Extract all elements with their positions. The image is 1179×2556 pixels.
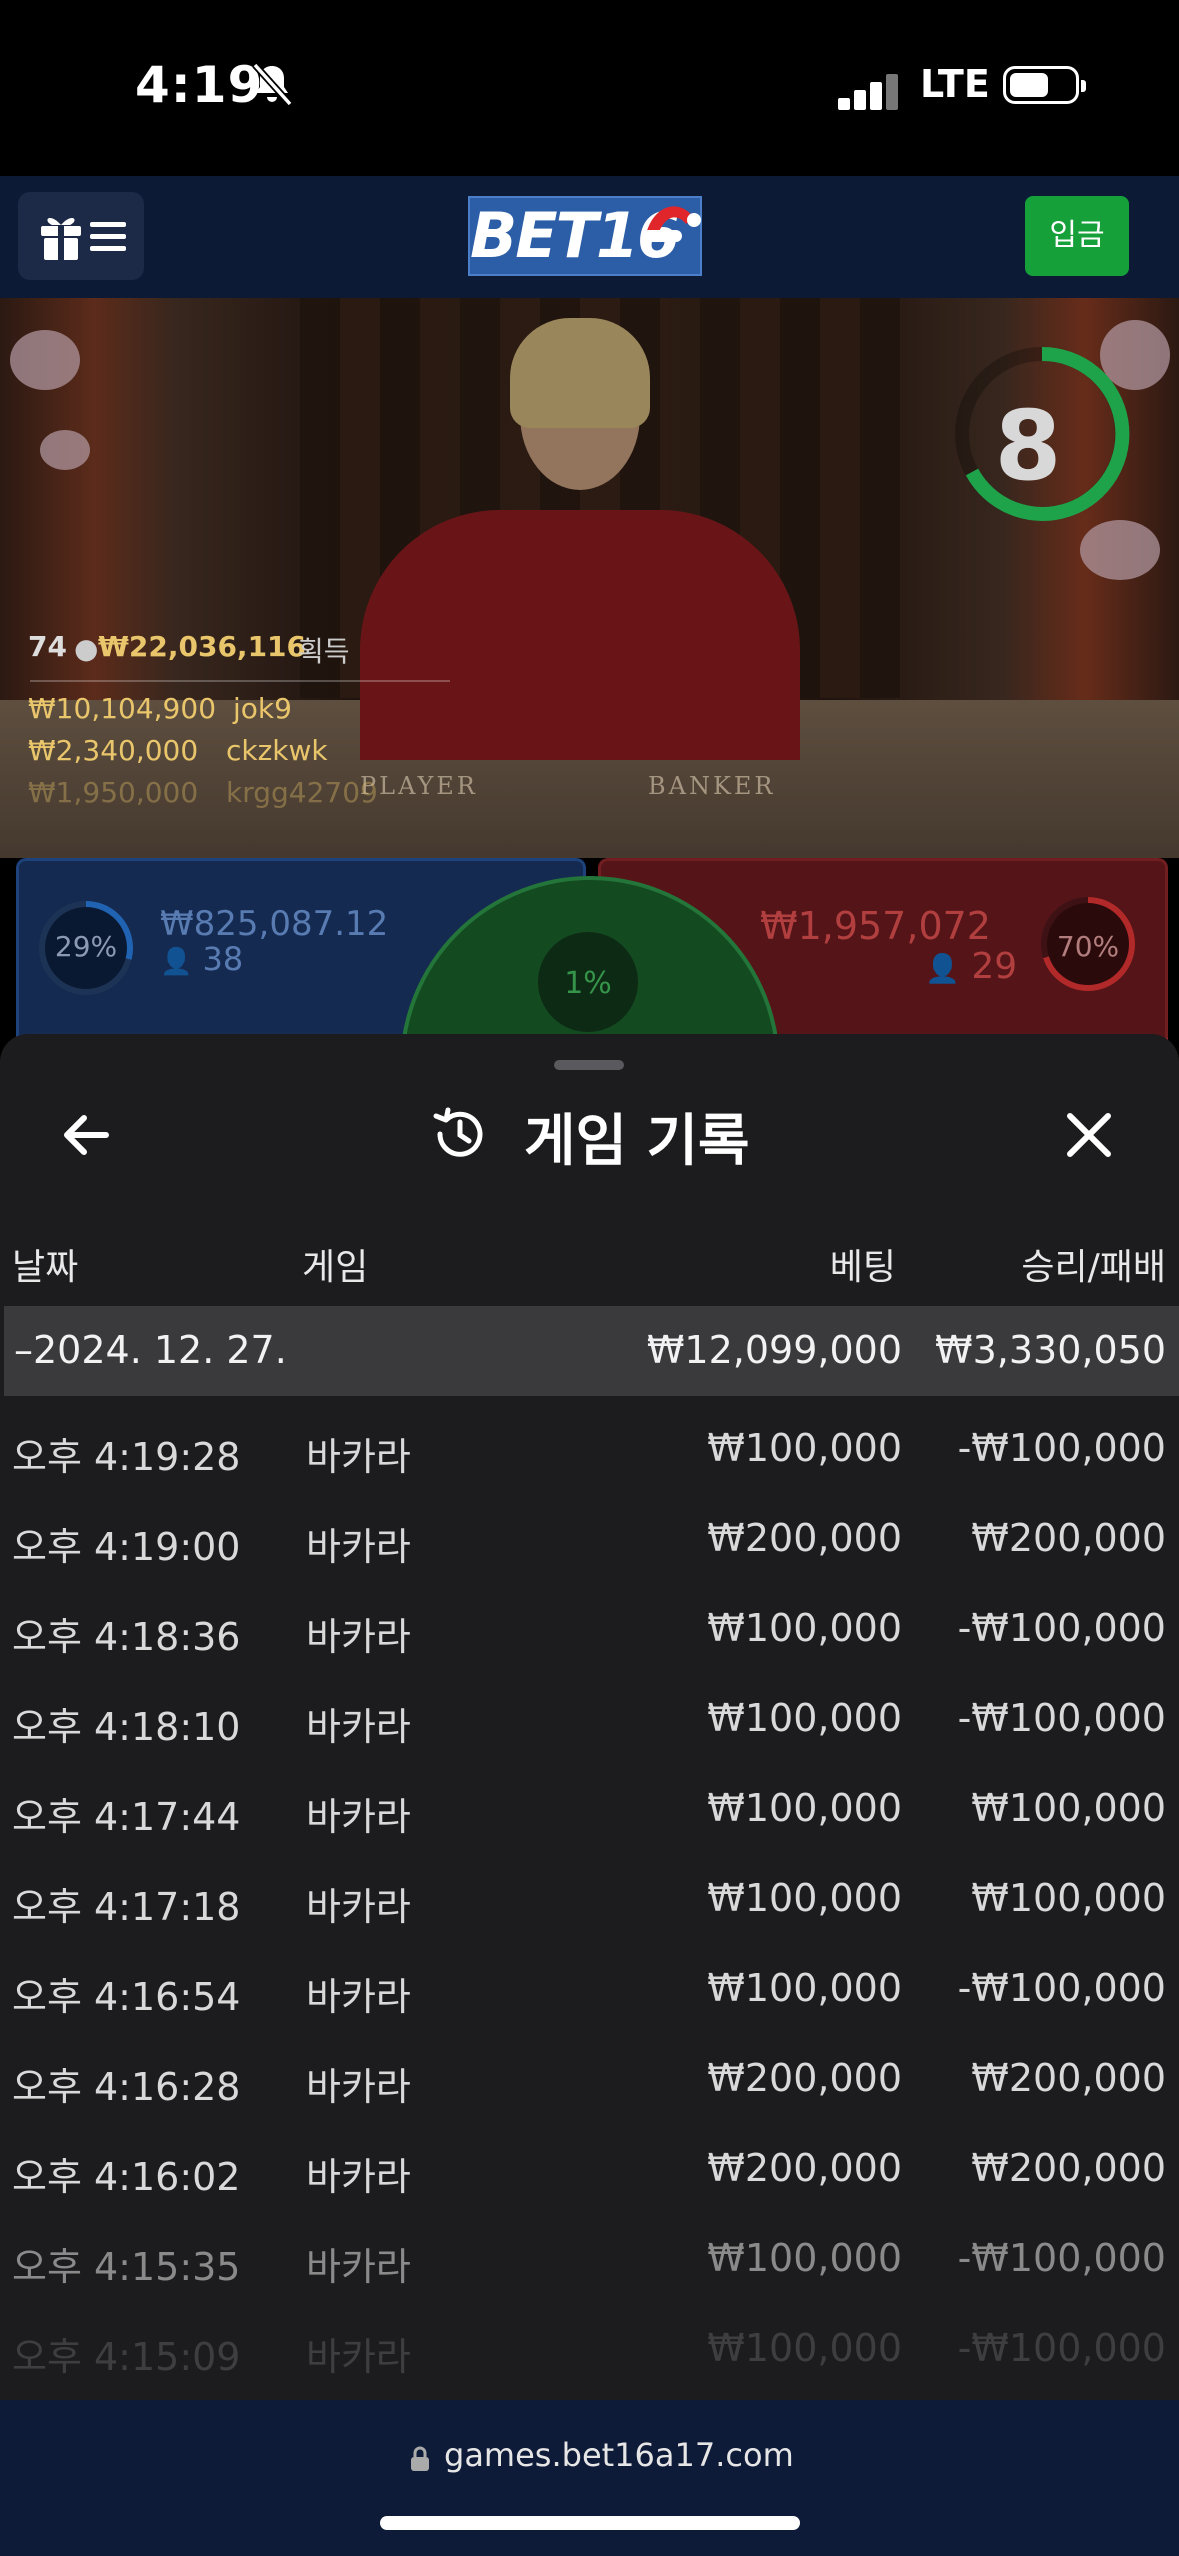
back-arrow-icon[interactable] <box>50 1098 124 1172</box>
date-group-bet-total: ₩12,099,000 <box>646 1328 902 1372</box>
history-result: -₩100,000 <box>957 2326 1166 2370</box>
history-bet: ₩200,000 <box>707 2146 902 2190</box>
history-bet: ₩100,000 <box>707 2236 902 2280</box>
table-banker-label: BANKER <box>648 772 776 800</box>
history-result: -₩100,000 <box>957 1696 1166 1740</box>
history-row[interactable]: 오후 4:18:10 바카라 ₩100,000 -₩100,000 <box>0 1676 1179 1766</box>
history-time: 오후 4:17:18 <box>12 1885 241 1929</box>
gift-menu-button[interactable] <box>18 192 144 280</box>
history-row[interactable]: 오후 4:17:44 바카라 ₩100,000 ₩100,000 <box>0 1766 1179 1856</box>
history-time: 오후 4:17:44 <box>12 1795 241 1839</box>
winner-user: krgg42709 <box>226 776 378 809</box>
column-header-game[interactable]: 게임 <box>302 1238 368 1290</box>
history-bet: ₩100,000 <box>707 1696 902 1740</box>
history-icon <box>433 1107 483 1157</box>
history-row[interactable]: 오후 4:19:00 바카라 ₩200,000 ₩200,000 <box>0 1496 1179 1586</box>
history-row[interactable]: 오후 4:17:18 바카라 ₩100,000 ₩100,000 <box>0 1856 1179 1946</box>
sheet-drag-handle[interactable] <box>554 1060 624 1070</box>
winner-amount: ₩2,340,000 <box>28 734 199 767</box>
history-row[interactable]: 오후 4:16:54 바카라 ₩100,000 -₩100,000 <box>0 1946 1179 2036</box>
network-label: LTE <box>920 62 990 106</box>
history-bet: ₩100,000 <box>707 1786 902 1830</box>
history-time: 오후 4:16:54 <box>12 1975 241 2019</box>
battery-icon <box>1003 66 1086 104</box>
history-game: 바카라 <box>306 1705 411 1749</box>
history-time: 오후 4:19:00 <box>12 1525 241 1569</box>
column-header-date[interactable]: 날짜 <box>12 1238 78 1290</box>
winners-panel: 74 ● ₩22,036,116 획득 ₩10,104,900 jok9 ₩2,… <box>28 630 508 810</box>
deposit-button[interactable]: 입금 <box>1025 196 1129 276</box>
date-group-date: –2024. 12. 27. <box>14 1328 287 1372</box>
history-game: 바카라 <box>306 2065 411 2109</box>
winner-user: jok9 <box>233 692 292 725</box>
history-bet: ₩100,000 <box>707 1876 902 1920</box>
history-game: 바카라 <box>306 1885 411 1929</box>
winner-amount: ₩10,104,900 <box>28 692 217 725</box>
history-game: 바카라 <box>306 2155 411 2199</box>
history-result: -₩100,000 <box>957 1426 1166 1470</box>
history-result: ₩200,000 <box>971 2056 1166 2100</box>
history-time: 오후 4:18:36 <box>12 1615 241 1659</box>
history-game: 바카라 <box>306 1615 411 1659</box>
status-time: 4:19 <box>135 56 264 114</box>
santa-hat-icon <box>642 206 701 242</box>
history-game: 바카라 <box>306 2245 411 2289</box>
winner-amount: ₩1,950,000 <box>28 776 199 809</box>
bell-muted-icon <box>252 62 293 106</box>
history-bet: ₩100,000 <box>707 2326 902 2370</box>
close-icon[interactable] <box>1052 1098 1126 1172</box>
winners-count: 74 <box>28 630 67 663</box>
history-row[interactable]: 오후 4:16:28 바카라 ₩200,000 ₩200,000 <box>0 2036 1179 2126</box>
history-result: ₩100,000 <box>971 1786 1166 1830</box>
winner-user: ckzkwk <box>226 734 328 767</box>
history-row[interactable]: 오후 4:16:02 바카라 ₩200,000 ₩200,000 <box>0 2126 1179 2216</box>
history-bet: ₩200,000 <box>707 2056 902 2100</box>
sheet-title: 게임 기록 <box>524 1109 750 1174</box>
history-time: 오후 4:16:02 <box>12 2155 241 2199</box>
history-bet: ₩200,000 <box>707 1516 902 1560</box>
history-time: 오후 4:15:35 <box>12 2245 241 2289</box>
gift-icon <box>41 217 81 262</box>
history-bet: ₩100,000 <box>707 1426 902 1470</box>
history-time: 오후 4:19:28 <box>12 1435 241 1479</box>
history-row[interactable]: 오후 4:19:28 바카라 ₩100,000 -₩100,000 <box>0 1406 1179 1496</box>
history-game: 바카라 <box>306 1975 411 2019</box>
betting-dim-overlay <box>0 858 1179 1038</box>
countdown-number: 8 <box>994 390 1062 502</box>
history-bet: ₩100,000 <box>707 1606 902 1650</box>
winners-suffix: 획득 <box>298 635 350 668</box>
url-text: games.bet16a17.com <box>444 2436 794 2474</box>
hamburger-icon <box>90 222 126 251</box>
signal-icon <box>838 70 898 110</box>
history-row[interactable]: 오후 4:18:36 바카라 ₩100,000 -₩100,000 <box>0 1586 1179 1676</box>
history-time: 오후 4:15:09 <box>12 2335 241 2379</box>
winners-total: ₩22,036,116 <box>98 630 307 663</box>
history-row[interactable]: 오후 4:15:09 바카라 ₩100,000 -₩100,000 <box>0 2306 1179 2396</box>
history-result: ₩200,000 <box>971 2146 1166 2190</box>
browser-address-bar[interactable] <box>0 2400 1179 2556</box>
history-result: -₩100,000 <box>957 1966 1166 2010</box>
date-group-result-total: ₩3,330,050 <box>935 1328 1166 1372</box>
history-game: 바카라 <box>306 2335 411 2379</box>
history-time: 오후 4:16:28 <box>12 2065 241 2109</box>
history-result: ₩100,000 <box>971 1876 1166 1920</box>
column-header-result[interactable]: 승리/패배 <box>940 1238 1166 1290</box>
history-result: -₩100,000 <box>957 1606 1166 1650</box>
history-result: -₩100,000 <box>957 2236 1166 2280</box>
home-indicator <box>380 2516 800 2530</box>
history-game: 바카라 <box>306 1525 411 1569</box>
divider <box>30 680 450 682</box>
history-game: 바카라 <box>306 1795 411 1839</box>
logo-text: BET16 <box>470 199 680 272</box>
history-row[interactable]: 오후 4:15:35 바카라 ₩100,000 -₩100,000 <box>0 2216 1179 2306</box>
history-result: ₩200,000 <box>971 1516 1166 1560</box>
user-icon: ● <box>74 632 99 665</box>
column-header-bet[interactable]: 베팅 <box>760 1238 896 1290</box>
lock-icon <box>411 2446 429 2471</box>
history-game: 바카라 <box>306 1435 411 1479</box>
history-time: 오후 4:18:10 <box>12 1705 241 1749</box>
history-bet: ₩100,000 <box>707 1966 902 2010</box>
